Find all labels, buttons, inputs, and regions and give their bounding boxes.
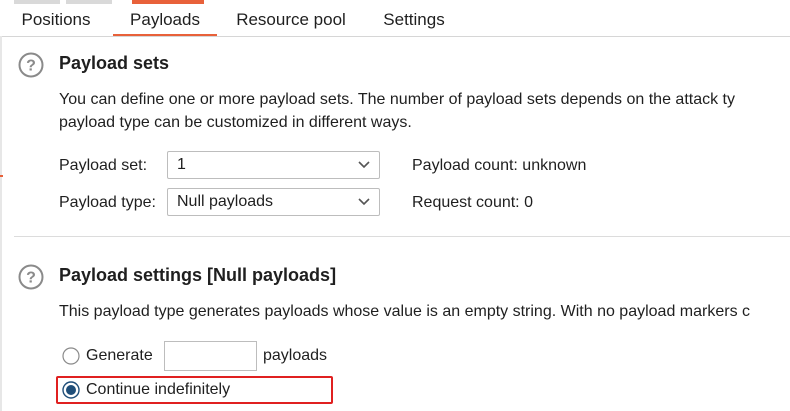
chevron-down-icon <box>358 198 370 206</box>
left-border <box>0 36 2 411</box>
payload-settings-title: Payload settings [Null payloads] <box>59 265 337 285</box>
continue-indefinitely-radio[interactable] <box>62 381 80 399</box>
left-accent-mark <box>0 175 3 177</box>
payloads-label: payloads <box>263 347 328 364</box>
tab-positions[interactable]: Positions <box>12 4 100 36</box>
payload-type-value: Null payloads <box>177 193 274 210</box>
payload-set-value: 1 <box>177 156 186 173</box>
svg-text:?: ? <box>26 270 36 287</box>
payload-sets-description-line2: payload type can be customized in differ… <box>59 114 412 131</box>
section-divider <box>14 236 790 237</box>
payload-sets-title: Payload sets <box>59 53 170 73</box>
payload-count-text: Payload count: unknown <box>412 157 587 174</box>
generate-radio[interactable] <box>62 347 80 365</box>
help-icon[interactable]: ? <box>18 264 44 290</box>
tab-bar: Positions Payloads Resource pool Setting… <box>0 4 790 37</box>
tab-resource-pool[interactable]: Resource pool <box>229 4 353 36</box>
chevron-down-icon <box>358 161 370 169</box>
payload-type-select[interactable]: Null payloads <box>167 188 380 216</box>
tab-settings[interactable]: Settings <box>374 4 454 36</box>
payload-type-label: Payload type: <box>59 194 156 211</box>
help-icon[interactable]: ? <box>18 52 44 78</box>
payload-sets-description-line1: You can define one or more payload sets.… <box>59 91 735 108</box>
tab-payloads[interactable]: Payloads <box>113 4 217 36</box>
continue-indefinitely-label: Continue indefinitely <box>86 381 231 398</box>
payload-set-label: Payload set: <box>59 157 148 174</box>
generate-count-input[interactable] <box>164 341 257 371</box>
generate-label: Generate <box>86 347 153 364</box>
payload-set-select[interactable]: 1 <box>167 151 380 179</box>
payload-settings-description: This payload type generates payloads who… <box>59 303 751 320</box>
svg-text:?: ? <box>26 58 36 75</box>
request-count-text: Request count: 0 <box>412 194 533 211</box>
